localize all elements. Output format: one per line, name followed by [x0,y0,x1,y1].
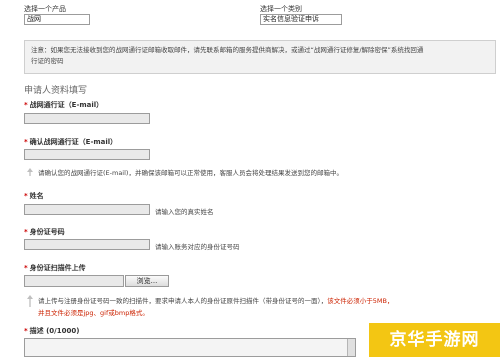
watermark-logo: 京华手游网 [369,323,500,357]
id-scan-hint-line-1: 请上传与注册身份证号码一致的扫描件，要求申请人本人的身份证原件扫描件（带身份证号… [38,295,393,305]
email-label: * 战网通行证（E-mail） [24,100,103,110]
description-textarea[interactable] [24,338,356,357]
id-scan-hint-size: 该文件必须小于5MB， [327,297,394,305]
id-number-hint: 请输入账务对应的身份证号码 [155,243,240,251]
notice-box: 注意：如果您无法接收到您的战网通行证邮箱收取邮件，请先联系邮箱的服务提供商解决，… [24,40,496,74]
section-title: 申请人资料填写 [24,86,88,96]
notice-line-2: 行证的密码 [31,57,64,65]
description-label-text: 描述 (0/1000) [29,327,80,335]
required-marker: * [24,264,28,272]
confirm-email-hint: 请确认您的战网通行证(E-mail)，并确保该邮箱可以正常使用，客服人员会将处理… [38,169,343,177]
id-scan-label: * 身份证扫描件上传 [24,263,86,273]
id-scan-hint-line-2: 并且文件必须是jpg、gif或bmp格式。 [38,309,149,317]
confirm-email-field[interactable] [24,149,150,160]
hint-arrow-icon [27,168,33,172]
hint-arrow-stem [29,299,31,307]
required-marker: * [24,327,28,335]
name-field[interactable] [24,204,150,215]
browse-button[interactable]: 浏览... [125,275,169,287]
description-label: * 描述 (0/1000) [24,326,79,336]
id-number-field[interactable] [24,239,150,250]
name-hint: 请输入您的真实姓名 [155,208,214,216]
id-scan-label-text: 身份证扫描件上传 [29,264,86,272]
notice-line-1: 注意：如果您无法接收到您的战网通行证邮箱收取邮件，请先联系邮箱的服务提供商解决，… [31,46,424,54]
file-path-field[interactable] [24,275,124,287]
id-scan-hint-a: 请上传与注册身份证号码一致的扫描件，要求申请人本人的身份证原件扫描件（带身份证号… [38,297,328,305]
name-label: * 姓名 [24,191,44,201]
confirm-email-label-text: 确认战网通行证（E-mail） [29,138,118,146]
textarea-scrollbar[interactable] [347,339,355,356]
category-label: 选择一个类别 [260,5,302,13]
email-field[interactable] [24,113,150,124]
confirm-email-label: * 确认战网通行证（E-mail） [24,137,117,147]
hint-arrow-stem [29,172,31,176]
required-marker: * [24,101,28,109]
category-select[interactable]: 实名信息验证申诉 [260,14,342,25]
required-marker: * [24,228,28,236]
product-select[interactable]: 战网 [24,14,90,25]
name-label-text: 姓名 [29,192,44,200]
id-number-label-text: 身份证号码 [29,228,65,236]
required-marker: * [24,192,28,200]
required-marker: * [24,138,28,146]
id-number-label: * 身份证号码 [24,227,65,237]
product-label: 选择一个产品 [24,5,66,13]
hint-arrow-icon [27,295,33,299]
email-label-text: 战网通行证（E-mail） [29,101,104,109]
